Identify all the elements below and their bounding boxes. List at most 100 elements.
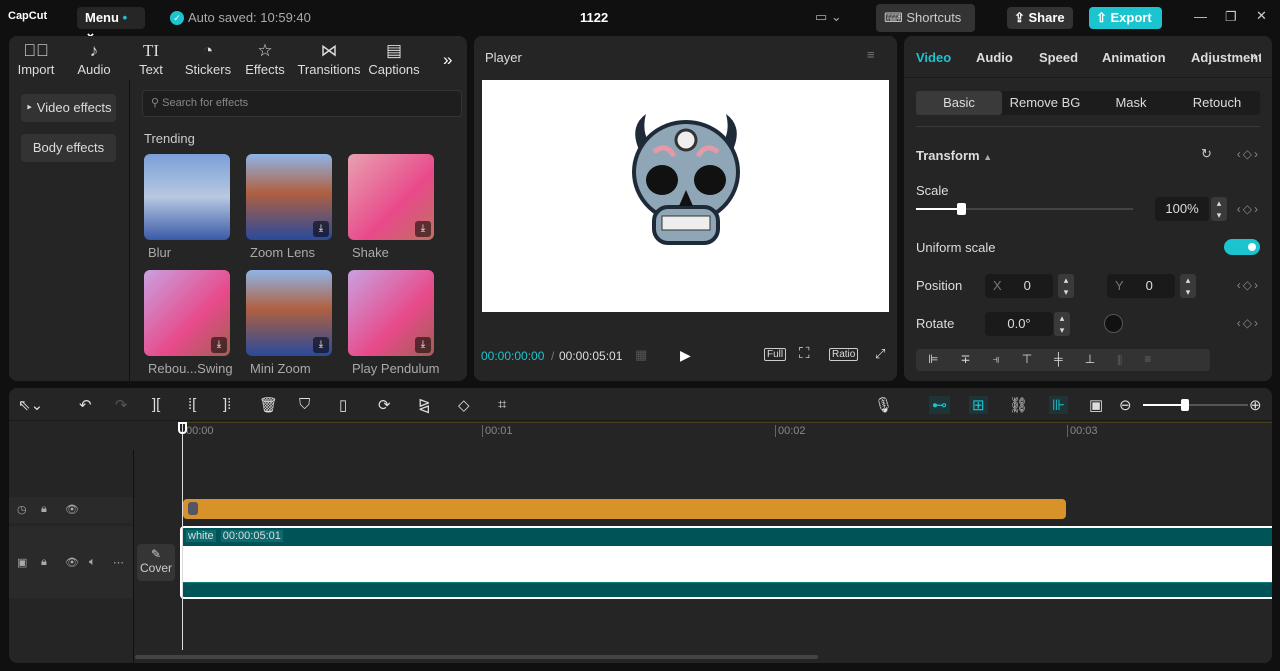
- tab-transitions[interactable]: ⋈ Transitions: [293, 40, 365, 77]
- transform-header[interactable]: Transform ▲: [916, 148, 992, 163]
- preview-axis-icon[interactable]: ⊪: [1049, 396, 1069, 414]
- align-top-icon[interactable]: ⊤: [1022, 352, 1054, 366]
- restore-icon[interactable]: ❐: [1225, 9, 1237, 25]
- lock-icon[interactable]: 🔒︎: [41, 556, 47, 569]
- keyframe-icon[interactable]: ‹◇›: [1237, 278, 1260, 292]
- visibility-icon[interactable]: 👁︎: [65, 556, 79, 569]
- align-right-icon[interactable]: ⫣: [993, 352, 1022, 366]
- align-center-v-icon[interactable]: ╪: [1054, 352, 1085, 366]
- main-track-magnet-icon[interactable]: ⊷: [929, 396, 950, 414]
- effect-thumb-play-pendulum[interactable]: ⤓: [348, 270, 434, 356]
- microphone-icon[interactable]: 🎙︎: [874, 396, 893, 414]
- effect-thumb-shake[interactable]: ⤓: [348, 154, 434, 240]
- auto-snap-icon[interactable]: ⊞: [969, 396, 988, 414]
- share-button[interactable]: ⇪ Share: [1007, 7, 1073, 29]
- split-right-icon[interactable]: ]⁞: [223, 396, 231, 413]
- play-button[interactable]: ▶: [680, 347, 691, 364]
- tab-video[interactable]: Video: [916, 50, 951, 65]
- scale-stepper[interactable]: ▴ ▾: [1211, 197, 1227, 221]
- close-icon[interactable]: ✕: [1256, 8, 1267, 24]
- lock-icon[interactable]: 🔒︎: [41, 503, 47, 516]
- uniform-scale-toggle[interactable]: [1224, 239, 1260, 255]
- rotate-icon[interactable]: ◇: [458, 396, 470, 414]
- tab-captions[interactable]: ▤ Captions: [364, 40, 424, 77]
- playhead[interactable]: [178, 422, 187, 650]
- scale-slider[interactable]: [916, 203, 1133, 215]
- tab-animation[interactable]: Animation: [1102, 50, 1166, 65]
- sticker-clip[interactable]: [183, 499, 1066, 519]
- effects-search[interactable]: ⚲ Search for effects: [142, 90, 462, 117]
- position-x-stepper[interactable]: ▴ ▾: [1058, 274, 1074, 298]
- rotate-dial[interactable]: [1104, 314, 1123, 333]
- freeze-icon[interactable]: ▯: [339, 396, 347, 414]
- mirror-icon[interactable]: ⧎: [418, 396, 431, 414]
- align-left-icon[interactable]: ⊫: [928, 352, 960, 366]
- preview-canvas[interactable]: [482, 80, 889, 312]
- zoom-in-icon[interactable]: ⊕: [1249, 396, 1262, 414]
- project-name[interactable]: 1122: [580, 10, 608, 25]
- fullscreen-icon[interactable]: ⤢: [875, 346, 885, 362]
- link-icon[interactable]: ⛓︎: [1009, 396, 1028, 414]
- split-left-icon[interactable]: ⁞[: [188, 396, 196, 413]
- marker-icon[interactable]: ⛉: [299, 396, 310, 413]
- menu-button[interactable]: Menu • ⌄: [77, 7, 145, 40]
- keyframe-icon[interactable]: ‹◇›: [1237, 202, 1260, 216]
- align-bottom-icon[interactable]: ⊥: [1085, 352, 1117, 366]
- undo-icon[interactable]: ↶: [79, 396, 92, 414]
- minimize-icon[interactable]: —: [1194, 9, 1207, 24]
- category-video-effects[interactable]: ‣ Video effects: [21, 94, 116, 122]
- position-x-input[interactable]: X0: [985, 274, 1053, 298]
- export-button[interactable]: ⇧ Export: [1089, 7, 1162, 29]
- delete-icon[interactable]: 🗑︎: [259, 396, 278, 414]
- tab-import[interactable]: ▶⃞ Import: [9, 40, 66, 77]
- keyframe-icon[interactable]: ‹◇›: [1237, 316, 1260, 330]
- subtab-retouch[interactable]: Retouch: [1174, 91, 1260, 115]
- download-icon[interactable]: ⤓: [211, 337, 227, 353]
- tab-text[interactable]: TI Text: [121, 40, 181, 77]
- reset-icon[interactable]: ↻: [1201, 146, 1212, 162]
- effect-thumb-zoom-lens[interactable]: ⤓: [246, 154, 332, 240]
- zoom-fit-icon[interactable]: ⛶: [799, 345, 810, 362]
- tab-audio[interactable]: ♪ Audio: [64, 40, 124, 77]
- download-icon[interactable]: ⤓: [313, 337, 329, 353]
- rotate-stepper[interactable]: ▴ ▾: [1054, 312, 1070, 336]
- cover-button[interactable]: ✎ Cover: [137, 544, 175, 581]
- full-button[interactable]: Full: [764, 348, 787, 361]
- fit-timeline-icon[interactable]: ▣: [1089, 396, 1103, 414]
- timeline-zoom-slider[interactable]: [1143, 399, 1248, 411]
- download-icon[interactable]: ⤓: [415, 221, 431, 237]
- tab-audio[interactable]: Audio: [976, 50, 1013, 65]
- select-tool-icon[interactable]: ⇖⌄: [18, 396, 43, 414]
- effect-thumb-rebound-swing[interactable]: ⤓: [144, 270, 230, 356]
- reverse-icon[interactable]: ⟳: [378, 396, 391, 414]
- more-tabs-icon[interactable]: »: [1250, 48, 1257, 63]
- player-menu-icon[interactable]: ≡: [867, 47, 875, 62]
- tab-speed[interactable]: Speed: [1039, 50, 1078, 65]
- tab-effects[interactable]: ☆ Effects: [235, 40, 295, 77]
- scale-input[interactable]: 100%: [1155, 197, 1209, 221]
- split-icon[interactable]: ][: [152, 396, 160, 413]
- mute-icon[interactable]: 🔈︎: [89, 556, 96, 569]
- zoom-out-icon[interactable]: ⊖: [1119, 396, 1132, 414]
- subtab-mask[interactable]: Mask: [1088, 91, 1174, 115]
- category-body-effects[interactable]: Body effects: [21, 134, 116, 162]
- effect-thumb-blur[interactable]: [144, 154, 230, 240]
- ratio-button[interactable]: Ratio: [829, 348, 859, 361]
- shortcuts-button[interactable]: ⌨ Shortcuts: [876, 4, 975, 32]
- position-y-input[interactable]: Y0: [1107, 274, 1175, 298]
- tab-stickers[interactable]: ◔ Stickers: [178, 40, 238, 77]
- subtab-basic[interactable]: Basic: [916, 91, 1002, 115]
- more-tabs-icon[interactable]: »: [443, 50, 452, 70]
- timecode-grid-icon[interactable]: ▦: [635, 347, 647, 363]
- scale-slider-thumb[interactable]: [957, 203, 966, 215]
- keyframe-icon[interactable]: ‹◇›: [1237, 147, 1260, 161]
- skull-sticker[interactable]: [626, 112, 746, 254]
- layout-icon[interactable]: ▭ ⌄: [815, 9, 842, 25]
- subtab-remove-bg[interactable]: Remove BG: [1002, 91, 1088, 115]
- position-y-stepper[interactable]: ▴ ▾: [1180, 274, 1196, 298]
- crop-icon[interactable]: ⌗: [498, 396, 506, 413]
- download-icon[interactable]: ⤓: [415, 337, 431, 353]
- download-icon[interactable]: ⤓: [313, 221, 329, 237]
- effect-thumb-mini-zoom[interactable]: ⤓: [246, 270, 332, 356]
- more-icon[interactable]: ⋯: [113, 556, 124, 569]
